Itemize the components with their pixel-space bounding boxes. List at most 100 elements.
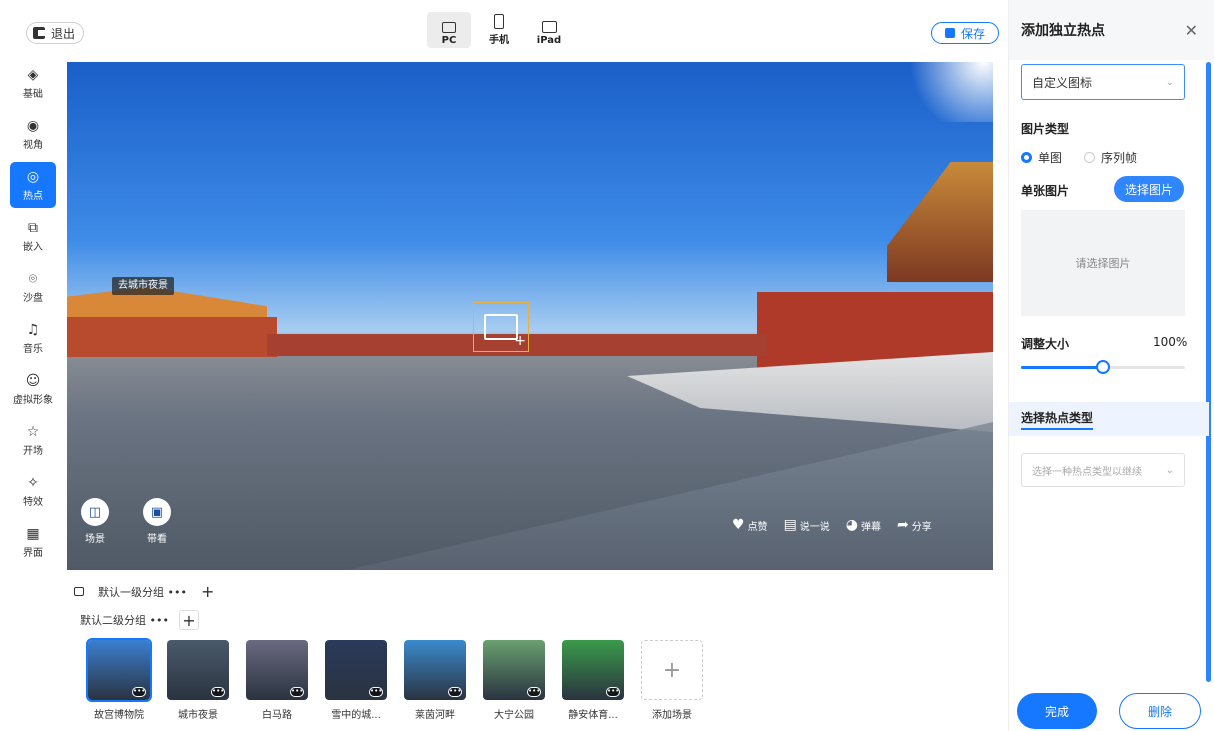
add-subgroup-button[interactable]: + <box>178 610 199 630</box>
scene-thumbnail-label: 大宁公园 <box>494 710 534 721</box>
delete-button[interactable]: 删除 <box>1119 693 1201 729</box>
scene-thumbnail[interactable]: ••• 城市夜景 <box>167 640 229 721</box>
device-phone-tab[interactable]: 手机 <box>477 12 521 48</box>
scene-thumbnail[interactable]: ••• 故宫博物院 <box>86 638 152 721</box>
phone-icon <box>494 14 504 29</box>
close-icon[interactable]: ✕ <box>1185 21 1198 40</box>
sidebar-item-label: 界面 <box>23 547 43 559</box>
sidebar-item-interface[interactable]: ▦ 界面 <box>10 519 56 565</box>
embed-icon: ⧉ <box>28 219 38 236</box>
more-icon[interactable]: ••• <box>448 687 462 697</box>
sidebar-item-sandbox[interactable]: ⌾ 沙盘 <box>10 264 56 310</box>
scene-thumbnail[interactable]: ••• 大宁公园 <box>483 640 545 721</box>
radio-dot <box>1021 152 1032 163</box>
radio-sequence[interactable]: 序列帧 <box>1084 149 1137 166</box>
sidebar-item-effects[interactable]: ✧ 特效 <box>10 468 56 514</box>
scene-thumbnail-image: ••• <box>246 640 308 700</box>
sidebar-item-label: 沙盘 <box>23 292 43 304</box>
scene-thumbnail-image: ••• <box>325 640 387 700</box>
scene-thumbnail[interactable]: ••• 白马路 <box>246 640 308 721</box>
danmaku-button[interactable]: ◕ 弹幕 <box>846 517 881 533</box>
pick-image-button[interactable]: 选择图片 <box>1114 176 1184 202</box>
scene-thumbnail-label: 静安体育... <box>568 710 618 721</box>
more-icon[interactable]: ••• <box>132 687 146 697</box>
hotspot-type-placeholder: 选择一种热点类型以继续 <box>1032 466 1142 478</box>
sidebar-item-embed[interactable]: ⧉ 嵌入 <box>10 213 56 259</box>
sidebar-item-label: 虚拟形象 <box>13 394 53 406</box>
guide-button-label: 带看 <box>147 534 167 545</box>
group-level1-row: 默认一级分组 ••• + <box>74 582 214 601</box>
scene-button[interactable]: ◫ 场景 <box>81 498 109 545</box>
scene-link-hotspot[interactable]: 去城市夜景 <box>112 277 174 295</box>
social-bar: ♥ 点赞 ▤ 说一说 ◕ 弹幕 ➦ 分享 <box>732 517 932 533</box>
done-button[interactable]: 完成 <box>1017 693 1097 729</box>
scene-thumbnail-image: ••• <box>483 640 545 700</box>
chevron-down-icon: ⌄ <box>1165 464 1174 476</box>
new-hotspot-marker[interactable] <box>473 302 529 352</box>
panel-title: 添加独立热点 <box>1021 23 1105 39</box>
hotspot-type-select[interactable]: 选择一种热点类型以继续 ⌄ <box>1021 453 1185 487</box>
icon-type-select[interactable]: 自定义图标 ⌄ <box>1021 64 1185 100</box>
scene-thumbnail-image: ••• <box>167 640 229 700</box>
more-icon[interactable]: ••• <box>527 687 541 697</box>
palace-roof-right <box>887 162 993 282</box>
scene-thumbnail[interactable]: ••• 静安体育... <box>562 640 624 721</box>
grid-icon: ▦ <box>26 525 40 542</box>
size-slider[interactable] <box>1021 360 1185 374</box>
exit-button[interactable]: 退出 <box>26 22 85 44</box>
sidebar-item-opening[interactable]: ☆ 开场 <box>10 417 56 463</box>
scene-thumbnail[interactable]: ••• 莱茵河畔 <box>404 640 466 721</box>
like-button[interactable]: ♥ 点赞 <box>732 517 768 533</box>
panel-scrollbar[interactable] <box>1206 62 1211 682</box>
sidebar-item-label: 嵌入 <box>23 241 43 253</box>
scene-thumbnail[interactable]: ••• 雪中的城... <box>325 640 387 721</box>
scene-thumbnail-image: ••• <box>86 638 152 702</box>
chevron-down-icon: ⌄ <box>1165 76 1174 88</box>
sidebar-item-hotspot[interactable]: ◎ 热点 <box>10 162 56 208</box>
sidebar-item-label: 开场 <box>23 445 43 457</box>
sidebar-item-label: 视角 <box>23 139 43 151</box>
hotspot-type-heading: 选择热点类型 <box>1021 409 1094 430</box>
courtyard-path <box>347 422 993 570</box>
radio-single-label: 单图 <box>1038 151 1063 165</box>
more-icon[interactable]: ••• <box>369 687 383 697</box>
scene-button-label: 场景 <box>85 534 105 545</box>
image-dropzone[interactable]: 请选择图片 <box>1021 210 1185 316</box>
sidebar-item-basic[interactable]: ◈ 基础 <box>10 60 56 106</box>
group-level2-row: 默认二级分组 ••• + <box>80 610 199 630</box>
sidebar-item-music[interactable]: ♫ 音乐 <box>10 315 56 361</box>
pin-icon: ⌾ <box>28 270 38 287</box>
group-level2-tab[interactable]: 默认二级分组 ••• <box>80 612 169 628</box>
more-icon[interactable]: ••• <box>606 687 620 697</box>
like-label: 点赞 <box>747 521 768 533</box>
add-group-button[interactable]: + <box>201 582 214 601</box>
panel-header: 添加独立热点 ✕ <box>1009 0 1214 60</box>
share-button[interactable]: ➦ 分享 <box>897 517 932 533</box>
exit-icon <box>33 27 45 39</box>
add-scene-button[interactable]: + 添加场景 <box>641 640 703 721</box>
guide-button[interactable]: ▣ 带看 <box>143 498 171 545</box>
wand-icon: ✧ <box>27 474 39 491</box>
more-icon[interactable]: ••• <box>211 687 225 697</box>
comment-button[interactable]: ▤ 说一说 <box>784 517 830 533</box>
palace-wall-left <box>67 317 277 357</box>
marble-railing <box>627 352 993 432</box>
radio-single[interactable]: 单图 <box>1021 149 1062 166</box>
save-button[interactable]: 保存 <box>931 22 999 44</box>
slider-handle[interactable] <box>1096 360 1110 374</box>
device-ipad-tab[interactable]: iPad <box>527 12 571 48</box>
scene-thumbnail-label: 故宫博物院 <box>94 710 144 721</box>
device-pc-tab[interactable]: PC <box>427 12 471 48</box>
sidebar-item-label: 基础 <box>23 88 43 100</box>
sidebar-item-avatar[interactable]: ☺ 虚拟形象 <box>10 366 56 412</box>
device-pc-label: PC <box>441 35 457 46</box>
sidebar-item-view[interactable]: ◉ 视角 <box>10 111 56 157</box>
sidebar-item-label: 特效 <box>23 496 43 508</box>
exit-label: 退出 <box>51 26 76 41</box>
group-icon <box>74 587 84 596</box>
image-placeholder-text: 请选择图片 <box>1075 257 1131 270</box>
panorama-viewport[interactable]: 去城市夜景 ◫ 场景 ▣ 带看 ♥点赞 ▤说一说 ◕弹幕 ➦分享 <box>67 62 993 570</box>
music-icon: ♫ <box>26 321 40 338</box>
group-level1-tab[interactable]: 默认一级分组 ••• <box>98 584 187 600</box>
more-icon[interactable]: ••• <box>290 687 304 697</box>
